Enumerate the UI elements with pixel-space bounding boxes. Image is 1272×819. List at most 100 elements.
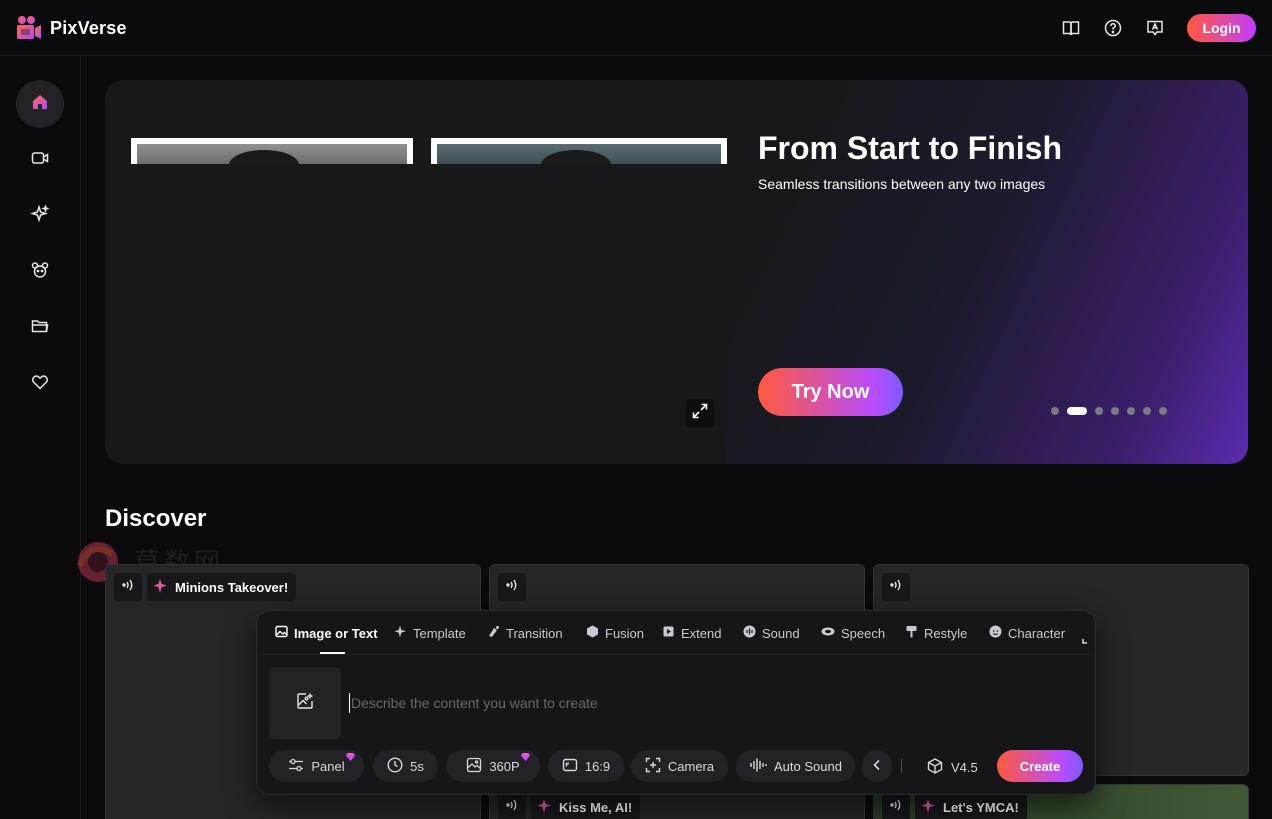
auto-sound-toggle[interactable]: Auto Sound: [736, 750, 855, 782]
sound-wave-icon: [504, 578, 520, 597]
model-cube-icon: [927, 758, 943, 777]
tab-restyle[interactable]: Restyle: [905, 625, 967, 641]
discover-title: Discover: [105, 505, 207, 532]
image-icon: [275, 625, 288, 641]
tab-image-or-text[interactable]: Image or Text: [275, 625, 378, 641]
carousel-dot[interactable]: [1111, 407, 1119, 415]
add-image-icon: [296, 692, 314, 715]
sparkle-gradient-icon: [921, 798, 937, 817]
chevron-left-icon: [872, 759, 882, 774]
sound-toggle[interactable]: [498, 573, 526, 601]
carousel-dot[interactable]: [1051, 407, 1059, 415]
sparkle-gradient-icon: [537, 798, 553, 817]
hero-title: From Start to Finish: [758, 130, 1062, 166]
sparkle-gradient-icon: [153, 578, 169, 597]
resolution-icon: [466, 757, 482, 776]
sparkle-icon: [29, 203, 50, 228]
tab-template[interactable]: Template: [394, 625, 466, 641]
sidebar-item-effects[interactable]: [16, 192, 64, 240]
help-icon[interactable]: [1103, 18, 1123, 38]
end-image-frame: [431, 138, 727, 164]
sound-toggle[interactable]: [882, 793, 910, 819]
audio-wave-icon: [749, 757, 767, 776]
sidebar: [0, 56, 81, 819]
carousel-dots: [1051, 407, 1167, 415]
tab-fusion[interactable]: Fusion: [586, 625, 644, 641]
expand-icon: [691, 402, 709, 425]
sound-icon: [743, 625, 756, 641]
more-options-button[interactable]: [862, 750, 892, 782]
sidebar-item-assets[interactable]: [16, 304, 64, 352]
folder-icon: [31, 317, 49, 340]
template-tag[interactable]: Minions Takeover!: [147, 573, 297, 601]
template-tag-label: Kiss Me, AI!: [559, 799, 633, 815]
carousel-dot[interactable]: [1127, 407, 1135, 415]
transition-icon: [487, 625, 500, 641]
video-icon: [31, 149, 49, 172]
sound-wave-icon: [504, 798, 520, 817]
brush-icon: [905, 625, 918, 641]
speech-icon: [821, 625, 835, 641]
sidebar-item-favorites[interactable]: [16, 360, 64, 408]
book-icon[interactable]: [1061, 18, 1081, 38]
aspect-ratio-select[interactable]: 16:9: [548, 750, 624, 782]
sound-wave-icon: [888, 578, 904, 597]
create-button[interactable]: Create: [997, 750, 1083, 782]
character-icon: [989, 625, 1002, 641]
premium-gem-icon: [521, 749, 530, 761]
creation-tabs: Image or Text Template Transition Fusion…: [257, 611, 1095, 655]
sound-toggle[interactable]: [498, 793, 526, 819]
character-icon: [31, 261, 49, 284]
sidebar-item-characters[interactable]: [16, 248, 64, 296]
sliders-icon: [288, 757, 304, 776]
aspect-ratio-icon: [562, 757, 578, 776]
sound-wave-icon: [888, 798, 904, 817]
template-tag-label: Minions Takeover!: [175, 579, 289, 595]
login-button[interactable]: Login: [1187, 14, 1256, 42]
hero-banner: From Start to Finish Seamless transition…: [105, 80, 1248, 464]
sound-toggle[interactable]: [114, 573, 142, 601]
options-divider: [901, 759, 902, 773]
tab-speech[interactable]: Speech: [821, 625, 885, 641]
camera-select[interactable]: Camera: [631, 750, 728, 782]
template-tag-label: Let's YMCA!: [943, 799, 1019, 815]
more-tabs-icon[interactable]: [1082, 631, 1088, 649]
carousel-dot[interactable]: [1095, 407, 1103, 415]
carousel-dot[interactable]: [1143, 407, 1151, 415]
hero-media: [129, 112, 727, 464]
expand-button[interactable]: [686, 399, 714, 427]
start-image-frame: [131, 138, 413, 164]
clock-icon: [387, 756, 403, 776]
sparkle-icon: [394, 625, 407, 641]
hero-subtitle: Seamless transitions between any two ima…: [758, 176, 1046, 192]
active-tab-indicator: [320, 652, 345, 654]
quality-select[interactable]: 360P: [446, 750, 540, 782]
camera-focus-icon: [645, 757, 661, 776]
model-select[interactable]: V4.5: [927, 758, 978, 777]
creation-panel: Image or Text Template Transition Fusion…: [256, 610, 1096, 795]
sidebar-item-home[interactable]: [16, 80, 64, 128]
feedback-icon[interactable]: [1145, 18, 1165, 38]
top-header: PixVerse Login: [0, 0, 1272, 56]
prompt-input[interactable]: [349, 693, 1049, 713]
premium-gem-icon: [346, 749, 355, 761]
sound-toggle[interactable]: [882, 573, 910, 601]
template-tag[interactable]: Let's YMCA!: [915, 793, 1027, 819]
duration-select[interactable]: 5s: [373, 750, 438, 782]
cube-icon: [586, 625, 599, 641]
image-upload-button[interactable]: [269, 667, 341, 739]
panel-option-button[interactable]: Panel: [269, 750, 364, 782]
template-tag[interactable]: Kiss Me, AI!: [531, 793, 641, 819]
tab-sound[interactable]: Sound: [743, 625, 800, 641]
try-now-button[interactable]: Try Now: [758, 368, 903, 416]
tab-extend[interactable]: Extend: [662, 625, 721, 641]
sound-wave-icon: [120, 578, 136, 597]
tab-transition[interactable]: Transition: [487, 625, 563, 641]
home-icon: [31, 93, 49, 116]
tab-character[interactable]: Character: [989, 625, 1065, 641]
sidebar-item-video[interactable]: [16, 136, 64, 184]
carousel-dot-active[interactable]: [1067, 407, 1087, 415]
carousel-dot[interactable]: [1159, 407, 1167, 415]
logo[interactable]: PixVerse: [16, 15, 127, 41]
heart-icon: [31, 373, 49, 396]
